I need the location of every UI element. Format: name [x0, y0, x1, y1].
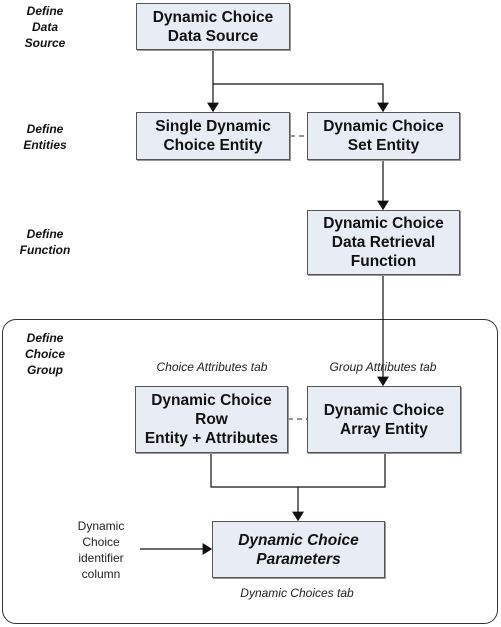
join-row-array	[210, 453, 386, 488]
box-single-entity: Single Dynamic Choice Entity	[136, 112, 290, 160]
box-row-entity: Dynamic Choice Row Entity + Attributes	[135, 386, 288, 453]
tab-label-dynamic-choices: Dynamic Choices tab	[240, 586, 354, 600]
stage-define-entities: Define Entities	[23, 122, 67, 152]
tab-label-choice-attributes: Choice Attributes tab	[156, 360, 268, 374]
box-array-entity: Dynamic Choice Array Entity	[307, 386, 461, 453]
stage-define-function: Define Function	[19, 227, 71, 257]
identifier-column-note: Dynamic Choice identifier column	[77, 519, 125, 581]
diagram: Define Data Source Define Entities Defin…	[0, 0, 501, 627]
box-parameters: Dynamic Choice Parameters	[212, 521, 385, 578]
box-set-entity: Dynamic Choice Set Entity	[307, 112, 460, 160]
box-data-source: Dynamic Choice Data Source	[136, 3, 290, 50]
stage-define-data-source: Define Data Source	[24, 4, 66, 50]
tab-label-group-attributes: Group Attributes tab	[329, 360, 437, 374]
box-retrieval-function: Dynamic Choice Data Retrieval Function	[307, 210, 460, 275]
arrow-source-to-set	[213, 83, 389, 113]
stage-define-choice-group: Define Choice Group	[24, 331, 65, 377]
